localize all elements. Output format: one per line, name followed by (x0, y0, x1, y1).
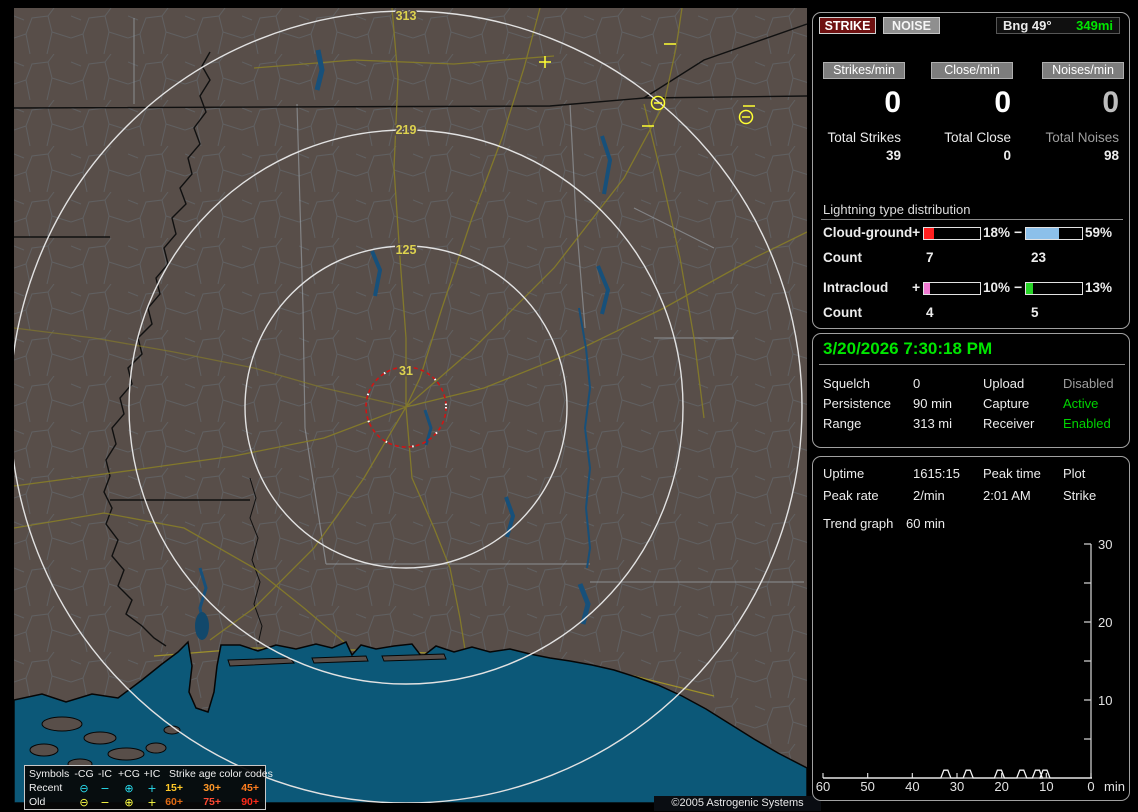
ring-label-313: 313 (396, 9, 417, 23)
cg-positive-bar (923, 227, 981, 240)
minus-sign: − (1014, 279, 1023, 295)
legend-age-title: Strike age color codes (169, 768, 273, 780)
total-strikes-value: 39 (885, 148, 901, 163)
age-code-45: 45+ (241, 782, 259, 794)
total-close-value: 0 (1003, 148, 1011, 163)
squelch-value: 0 (913, 376, 921, 391)
plus-sign: + (912, 224, 921, 240)
cg-positive-count: 7 (926, 250, 934, 265)
trend-x-tick-label: 50 (860, 779, 874, 794)
legend-row-recent: Recent (29, 782, 63, 794)
strike-button[interactable]: STRIKE (819, 17, 876, 34)
range-setting-value: 313 mi (913, 416, 953, 431)
close-per-min-label: Close/min (931, 62, 1013, 79)
plus-sign: + (912, 279, 921, 295)
count-label: Count (823, 305, 862, 320)
total-noises-value: 98 (1103, 148, 1119, 163)
age-code-75: 75+ (203, 796, 221, 808)
ic-negative-bar (1025, 282, 1083, 295)
ic-positive-pct: 10% (983, 280, 1011, 295)
legend-row-old: Old (29, 796, 46, 808)
lightning-map[interactable]: 313 219 125 31 Symbols -CG -IC +CG +IC S… (9, 8, 821, 811)
bearing-value: Bng 49° (1003, 18, 1052, 33)
mobile-delta (195, 612, 209, 640)
receiver-label: Receiver (983, 416, 1035, 431)
strikes-rate-value: 0 (884, 86, 901, 119)
noises-per-min-label: Noises/min (1042, 62, 1124, 79)
counter-panel: STRIKE NOISE Bng 49° 349mi Strikes/min C… (812, 12, 1130, 329)
age-code-30: 30+ (203, 782, 221, 794)
total-close-label: Total Close (944, 130, 1011, 145)
status-panel: 3/20/2026 7:30:18 PM Squelch 0 Upload Di… (812, 333, 1130, 448)
intracloud-label: Intracloud (823, 280, 889, 295)
old-pos-cg-icon: ⊕ (124, 796, 134, 809)
persistence-label: Persistence (823, 396, 891, 411)
ring-label-219: 219 (396, 123, 417, 137)
cg-negative-pct: 59% (1085, 225, 1113, 240)
range-value: 349mi (1076, 18, 1113, 33)
datetime-display: 3/20/2026 7:30:18 PM (823, 339, 993, 358)
persistence-value: 90 min (913, 396, 953, 411)
noise-button[interactable]: NOISE (883, 17, 940, 34)
noises-rate-value: 0 (1102, 86, 1119, 119)
ic-negative-count: 5 (1031, 305, 1039, 320)
trend-y-tick-label: 10 (1098, 693, 1112, 708)
close-rate-value: 0 (994, 86, 1011, 119)
ic-positive-bar (923, 282, 981, 295)
cg-positive-pct: 18% (983, 225, 1011, 240)
ic-negative-pct: 13% (1085, 280, 1113, 295)
ring-label-125: 125 (396, 243, 417, 257)
trend-panel: Uptime 1615:15 Peak time Plot Peak rate … (812, 456, 1130, 801)
trend-x-unit-label: min (1104, 779, 1125, 794)
cg-negative-bar (1025, 227, 1083, 240)
trend-x-tick-label: 60 (816, 779, 830, 794)
ic-positive-count: 4 (926, 305, 934, 320)
legend-symbols-title: Symbols (29, 768, 70, 780)
squelch-label: Squelch (823, 376, 870, 391)
divider (819, 364, 1125, 365)
total-strikes-label: Total Strikes (827, 130, 901, 145)
recent-pos-cg-icon: ⊕ (124, 782, 134, 795)
copyright-bar: ©2005 Astrogenic Systems (654, 796, 821, 811)
ring-label-31: 31 (399, 364, 413, 378)
age-code-90: 90+ (241, 796, 259, 808)
receiver-status: Enabled (1063, 416, 1111, 431)
total-noises-label: Total Noises (1045, 130, 1119, 145)
trend-x-tick-label: 10 (1039, 779, 1053, 794)
map-canvas: 313 219 125 31 (9, 8, 808, 804)
range-setting-label: Range (823, 416, 862, 431)
trend-x-tick-label: 0 (1087, 779, 1094, 794)
trend-x-tick-label: 20 (994, 779, 1008, 794)
map-legend: Symbols -CG -IC +CG +IC Strike age color… (24, 765, 273, 810)
legend-header-pos-ic: +IC (143, 768, 161, 780)
capture-status: Active (1063, 396, 1099, 411)
age-code-60: 60+ (165, 796, 183, 808)
count-label: Count (823, 250, 862, 265)
trend-y-tick-label: 20 (1098, 615, 1112, 630)
app-window: 313 219 125 31 Symbols -CG -IC +CG +IC S… (0, 0, 1138, 812)
cloud-ground-label: Cloud-ground (823, 225, 913, 240)
trend-x-tick-label: 40 (905, 779, 919, 794)
upload-label: Upload (983, 376, 1025, 391)
cg-negative-count: 23 (1031, 250, 1047, 265)
trend-x-tick-label: 30 (950, 779, 964, 794)
age-code-15: 15+ (165, 782, 183, 794)
strikes-per-min-label: Strikes/min (823, 62, 905, 79)
trend-y-tick-label: 30 (1098, 537, 1112, 552)
minus-sign: − (1014, 224, 1023, 240)
trend-graph: 60 50 40 30 20 10 0 min 10 20 30 (816, 537, 1125, 794)
upload-status: Disabled (1063, 376, 1114, 391)
capture-label: Capture (983, 396, 1030, 411)
distribution-title: Lightning type distribution (823, 202, 971, 217)
bearing-range-readout: Bng 49° 349mi (996, 17, 1120, 34)
divider (821, 219, 1123, 220)
